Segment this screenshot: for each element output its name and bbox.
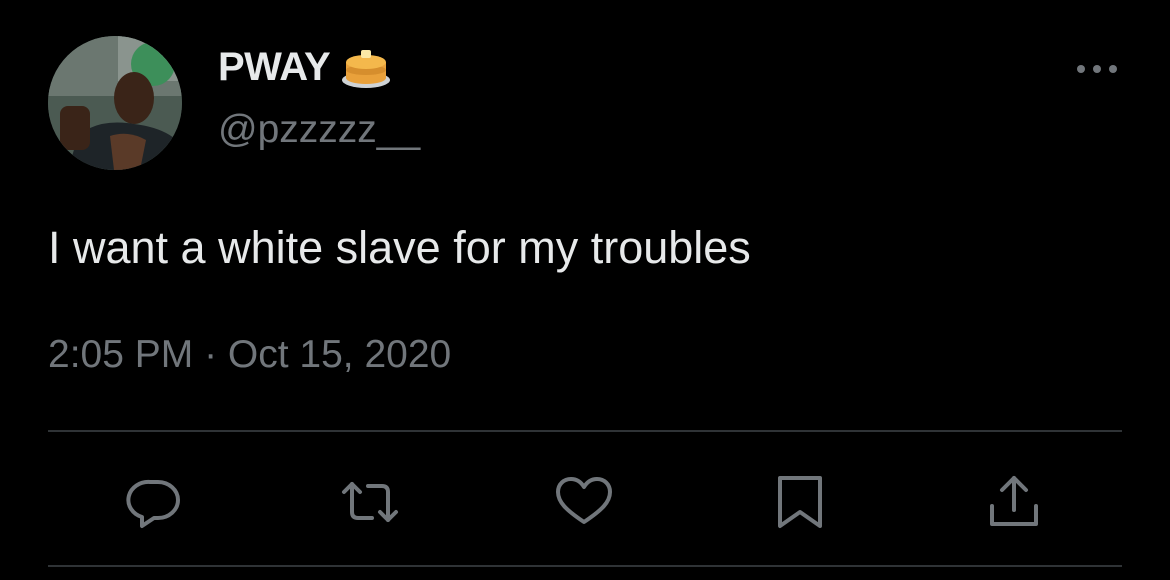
avatar[interactable] (48, 36, 182, 170)
speech-bubble-icon (126, 479, 180, 528)
heart-icon (556, 477, 612, 524)
tweet-detail: PWAY @pzzzzz__ I want a white slave for … (0, 0, 1170, 580)
more-options-icon[interactable] (1072, 56, 1122, 82)
user-handle[interactable]: @pzzzzz__ (218, 108, 420, 152)
display-name[interactable]: PWAY (218, 45, 331, 90)
share-upload-icon (990, 476, 1038, 526)
bookmark-icon (778, 476, 822, 528)
bookmark-button[interactable] (770, 472, 830, 532)
pancake-icon (340, 44, 392, 90)
retweet-button[interactable] (340, 472, 400, 532)
like-button[interactable] (554, 472, 614, 532)
retweet-arrows-icon (342, 482, 398, 522)
tweet-text: I want a white slave for my troubles (48, 222, 751, 273)
divider (48, 565, 1122, 567)
name-row: PWAY (218, 44, 392, 90)
tweet-timestamp[interactable]: 2:05 PM · Oct 15, 2020 (48, 333, 451, 377)
avatar-photo (48, 36, 182, 170)
share-button[interactable] (984, 472, 1044, 532)
divider (48, 430, 1122, 432)
reply-button[interactable] (124, 472, 184, 532)
